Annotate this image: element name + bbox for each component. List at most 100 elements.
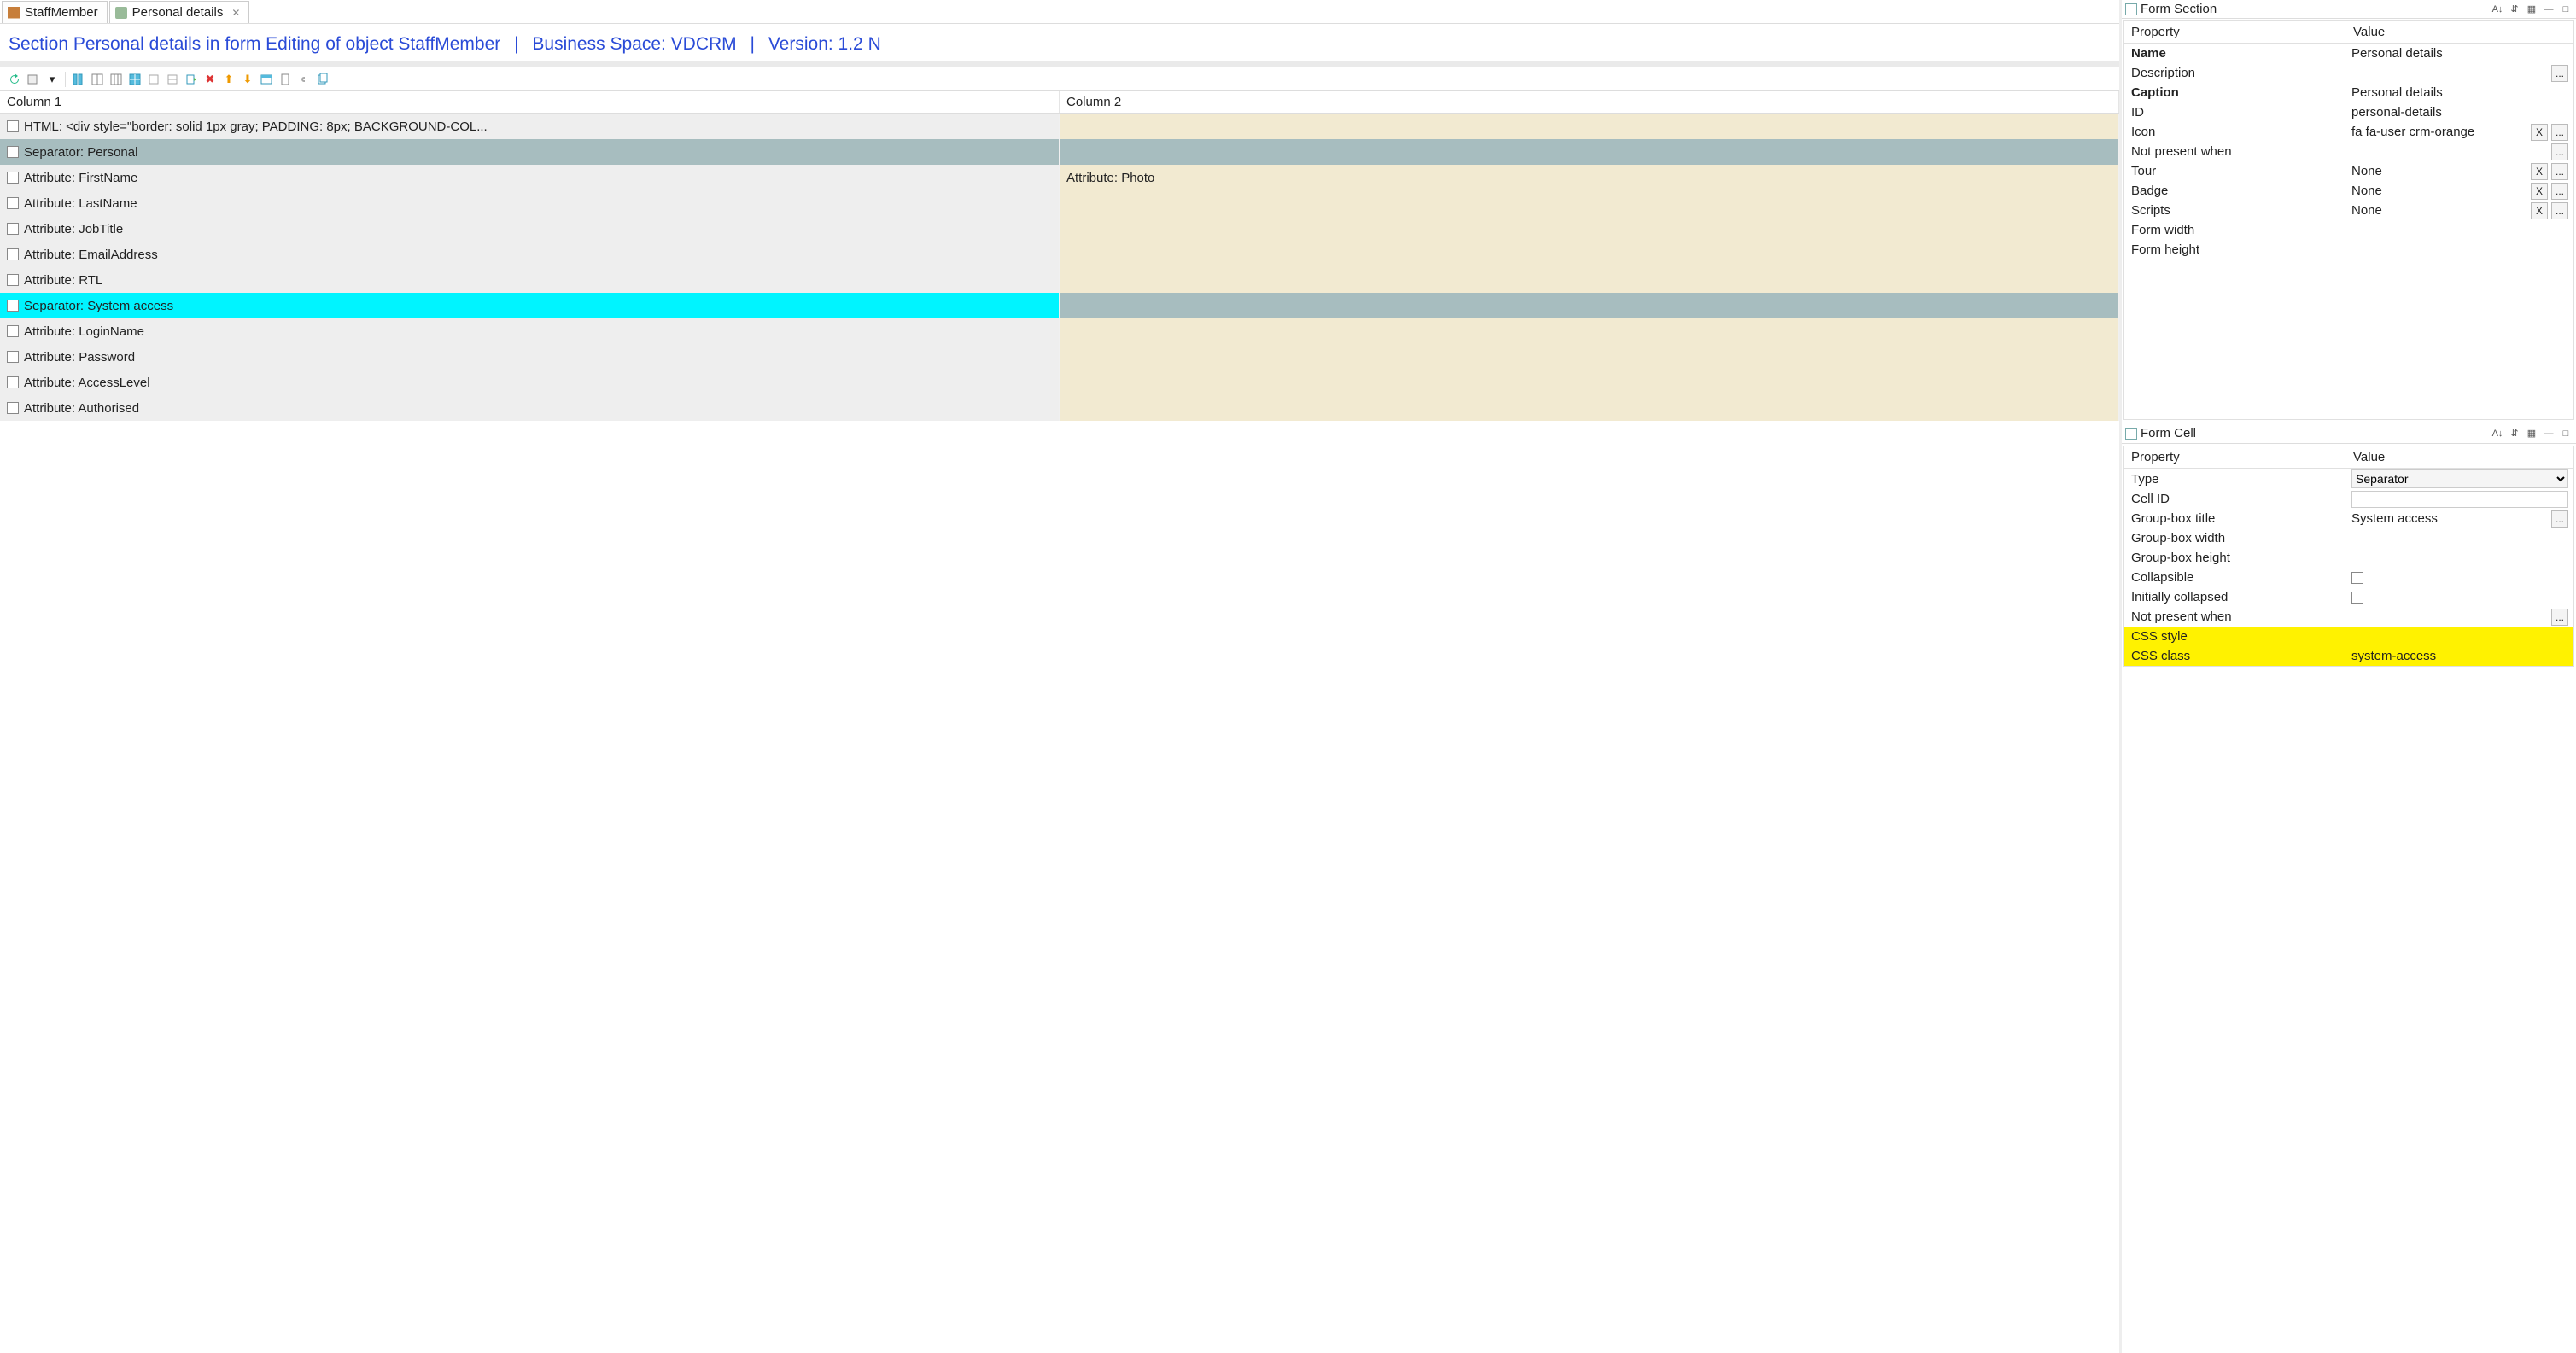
property-input[interactable] (2351, 491, 2568, 508)
browse-button[interactable]: ... (2551, 163, 2568, 180)
tree-icon[interactable]: ⇵ (2508, 3, 2521, 16)
grid-cell-col1[interactable]: Attribute: Password (0, 344, 1060, 370)
grid-cell-col2[interactable] (1060, 267, 2119, 293)
browse-button[interactable]: ... (2551, 609, 2568, 626)
maximize-icon[interactable]: □ (2559, 3, 2573, 16)
grid-icon[interactable]: ▦ (2525, 3, 2538, 16)
property-row[interactable]: BadgeNoneX... (2124, 181, 2573, 201)
row-checkbox[interactable] (7, 274, 19, 286)
grid-cell-col2[interactable] (1060, 216, 2119, 242)
grid-header-col2[interactable]: Column 2 (1060, 91, 2119, 113)
grid-row[interactable]: Attribute: AccessLevel (0, 370, 2119, 395)
property-value[interactable] (2346, 557, 2573, 559)
property-value[interactable]: NoneX... (2346, 162, 2573, 181)
toolbar-link-icon[interactable] (296, 72, 312, 87)
property-checkbox[interactable] (2351, 592, 2363, 604)
row-checkbox[interactable] (7, 402, 19, 414)
grid-row[interactable]: Attribute: Authorised (0, 395, 2119, 421)
maximize-icon[interactable]: □ (2559, 427, 2573, 440)
minimize-icon[interactable]: — (2542, 3, 2556, 16)
grid-row[interactable]: Attribute: Password (0, 344, 2119, 370)
grid-cell-col2[interactable]: Attribute: Photo (1060, 165, 2119, 190)
row-checkbox[interactable] (7, 376, 19, 388)
toolbar-window-icon[interactable] (259, 72, 274, 87)
row-checkbox[interactable] (7, 351, 19, 363)
grid-cell-col1[interactable]: Attribute: JobTitle (0, 216, 1060, 242)
grid-cell-col2[interactable] (1060, 395, 2119, 421)
toolbar-down-icon[interactable]: ⬇ (240, 72, 255, 87)
property-value[interactable]: Separator (2346, 469, 2573, 489)
property-value[interactable]: ... (2346, 143, 2573, 161)
property-value[interactable]: Personal details (2346, 45, 2573, 61)
browse-button[interactable]: ... (2551, 510, 2568, 528)
row-checkbox[interactable] (7, 300, 19, 312)
property-row[interactable]: Form height (2124, 240, 2573, 260)
property-value[interactable]: NoneX... (2346, 201, 2573, 220)
property-row[interactable]: ScriptsNoneX... (2124, 201, 2573, 220)
grid-row[interactable]: Attribute: FirstNameAttribute: Photo (0, 165, 2119, 190)
grid-cell-col1[interactable]: HTML: <div style="border: solid 1px gray… (0, 114, 1060, 139)
property-value[interactable] (2346, 230, 2573, 231)
tree-icon[interactable]: ⇵ (2508, 427, 2521, 440)
tab-staffmember[interactable]: StaffMember (2, 1, 108, 23)
grid-row[interactable]: Attribute: EmailAddress (0, 242, 2119, 267)
clear-button[interactable]: X (2531, 202, 2548, 219)
grid-cell-col2[interactable] (1060, 370, 2119, 395)
toolbar-box2-icon[interactable] (165, 72, 180, 87)
property-value[interactable] (2346, 571, 2573, 585)
toolbar-new-icon[interactable] (26, 72, 41, 87)
property-value[interactable]: fa fa-user crm-orangeX... (2346, 123, 2573, 142)
grid-row[interactable]: Attribute: LastName (0, 190, 2119, 216)
property-row[interactable]: Group-box height (2124, 548, 2573, 568)
browse-button[interactable]: ... (2551, 202, 2568, 219)
grid-cell-col1[interactable]: Attribute: LastName (0, 190, 1060, 216)
toolbar-layout2-icon[interactable] (108, 72, 124, 87)
browse-button[interactable]: ... (2551, 124, 2568, 141)
sort-az-icon[interactable]: A↓ (2491, 427, 2504, 440)
sort-az-icon[interactable]: A↓ (2491, 3, 2504, 16)
property-row[interactable]: Initially collapsed (2124, 587, 2573, 607)
grid-row[interactable]: Attribute: RTL (0, 267, 2119, 293)
property-row[interactable]: Cell ID (2124, 489, 2573, 509)
grid-cell-col1[interactable]: Attribute: FirstName (0, 165, 1060, 190)
property-value[interactable] (2346, 249, 2573, 251)
toolbar-delete-icon[interactable]: ✖ (202, 72, 218, 87)
grid-header-col1[interactable]: Column 1 (0, 91, 1060, 113)
row-checkbox[interactable] (7, 223, 19, 235)
clear-button[interactable]: X (2531, 124, 2548, 141)
row-checkbox[interactable] (7, 197, 19, 209)
property-row[interactable]: Not present when... (2124, 607, 2573, 627)
property-value[interactable]: personal-details (2346, 104, 2573, 120)
close-icon[interactable]: ✕ (231, 7, 240, 19)
property-row[interactable]: Group-box width (2124, 528, 2573, 548)
property-value[interactable] (2346, 538, 2573, 539)
grid-cell-col1[interactable]: Separator: Personal (0, 139, 1060, 165)
toolbar-copy-icon[interactable] (315, 72, 330, 87)
property-row[interactable]: IDpersonal-details (2124, 102, 2573, 122)
clear-button[interactable]: X (2531, 163, 2548, 180)
property-value[interactable] (2346, 591, 2573, 604)
property-value[interactable]: Personal details (2346, 85, 2573, 101)
browse-button[interactable]: ... (2551, 65, 2568, 82)
clear-button[interactable]: X (2531, 183, 2548, 200)
property-value[interactable]: NoneX... (2346, 182, 2573, 201)
property-value[interactable] (2346, 490, 2573, 509)
toolbar-dropdown-icon[interactable]: ▾ (44, 72, 60, 87)
browse-button[interactable]: ... (2551, 143, 2568, 160)
grid-cell-col2[interactable] (1060, 344, 2119, 370)
grid-cell-col1[interactable]: Attribute: EmailAddress (0, 242, 1060, 267)
row-checkbox[interactable] (7, 172, 19, 184)
tab-personal-details[interactable]: Personal details✕ (109, 1, 250, 23)
property-value[interactable] (2346, 636, 2573, 638)
grid-row[interactable]: Separator: Personal (0, 139, 2119, 165)
toolbar-doc-icon[interactable] (277, 72, 293, 87)
grid-row[interactable]: Separator: System access (0, 293, 2119, 318)
toolbar-box1-icon[interactable] (146, 72, 161, 87)
toolbar-table-icon[interactable] (127, 72, 143, 87)
grid-row[interactable]: Attribute: LoginName (0, 318, 2119, 344)
property-checkbox[interactable] (2351, 572, 2363, 584)
grid-cell-col2[interactable] (1060, 139, 2119, 165)
property-row[interactable]: CaptionPersonal details (2124, 83, 2573, 102)
minimize-icon[interactable]: — (2542, 427, 2556, 440)
property-row[interactable]: Iconfa fa-user crm-orangeX... (2124, 122, 2573, 142)
